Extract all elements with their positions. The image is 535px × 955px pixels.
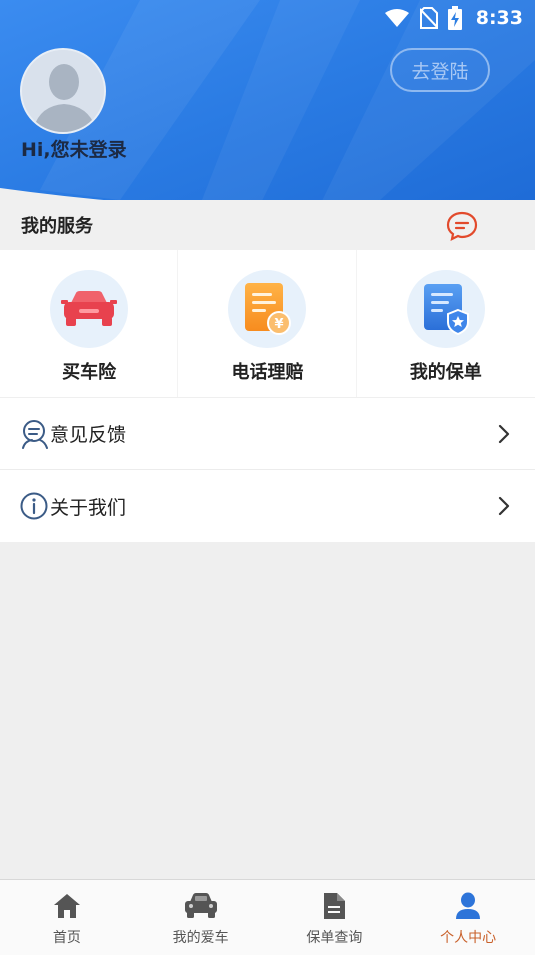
person-icon bbox=[456, 892, 481, 919]
menu-item-label: 关于我们 bbox=[50, 496, 127, 519]
service-label: 我的保单 bbox=[409, 362, 482, 383]
chevron-right-icon bbox=[498, 496, 510, 516]
home-icon bbox=[53, 894, 80, 918]
service-icon-circle bbox=[50, 270, 129, 348]
service-phone-claim[interactable]: ¥ 电话理赔 bbox=[178, 250, 357, 397]
tab-policy-query[interactable]: 保单查询 bbox=[268, 880, 402, 955]
red-car-icon bbox=[61, 291, 118, 326]
tab-label: 我的爱车 bbox=[172, 930, 229, 946]
claim-document-yen-icon: ¥ bbox=[245, 283, 292, 335]
tab-label: 保单查询 bbox=[306, 930, 363, 946]
tab-personal-center[interactable]: 个人中心 bbox=[401, 880, 535, 955]
services-grid: 买车险 ¥ 电话理赔 我的保单 bbox=[0, 250, 535, 397]
status-bar: 8:33 bbox=[384, 6, 523, 30]
menu-list: 意见反馈 关于我们 bbox=[0, 398, 535, 542]
wifi-icon bbox=[384, 9, 409, 27]
tab-my-car[interactable]: 我的爱车 bbox=[134, 880, 268, 955]
greeting-text: Hi,您未登录 bbox=[21, 139, 127, 161]
tab-home[interactable]: 首页 bbox=[0, 880, 134, 955]
feedback-icon bbox=[22, 420, 48, 449]
menu-item-label: 意见反馈 bbox=[50, 424, 127, 446]
tab-label: 个人中心 bbox=[440, 930, 497, 946]
menu-item-feedback[interactable]: 意见反馈 bbox=[0, 398, 535, 470]
service-label: 买车险 bbox=[62, 362, 117, 383]
info-icon bbox=[20, 492, 48, 520]
document-icon bbox=[324, 893, 346, 919]
tab-label: 首页 bbox=[52, 930, 81, 946]
avatar[interactable] bbox=[20, 48, 106, 134]
login-button[interactable]: 去登陆 bbox=[390, 48, 490, 92]
menu-item-about[interactable]: 关于我们 bbox=[0, 470, 535, 542]
bottom-tab-bar: 首页 我的爱车 保单查询 个人中心 bbox=[0, 879, 535, 955]
battery-charging-icon bbox=[447, 6, 462, 30]
service-buy-insurance[interactable]: 买车险 bbox=[0, 250, 179, 397]
services-title: 我的服务 bbox=[21, 216, 93, 237]
car-icon bbox=[184, 893, 217, 918]
profile-header: 8:33 Hi,您未登录 去登陆 bbox=[0, 0, 535, 212]
services-header: 我的服务 bbox=[0, 200, 535, 250]
chevron-right-icon bbox=[498, 424, 510, 444]
service-icon-circle bbox=[406, 270, 485, 348]
no-sim-icon bbox=[419, 7, 438, 29]
service-icon-circle: ¥ bbox=[228, 270, 307, 348]
chat-bubble-icon[interactable] bbox=[446, 211, 478, 241]
status-time: 8:33 bbox=[475, 7, 523, 29]
policy-shield-icon bbox=[423, 284, 469, 336]
service-my-policy[interactable]: 我的保单 bbox=[357, 250, 535, 397]
svg-text:¥: ¥ bbox=[275, 317, 284, 332]
default-avatar-icon bbox=[22, 50, 104, 132]
service-label: 电话理赔 bbox=[231, 362, 304, 383]
